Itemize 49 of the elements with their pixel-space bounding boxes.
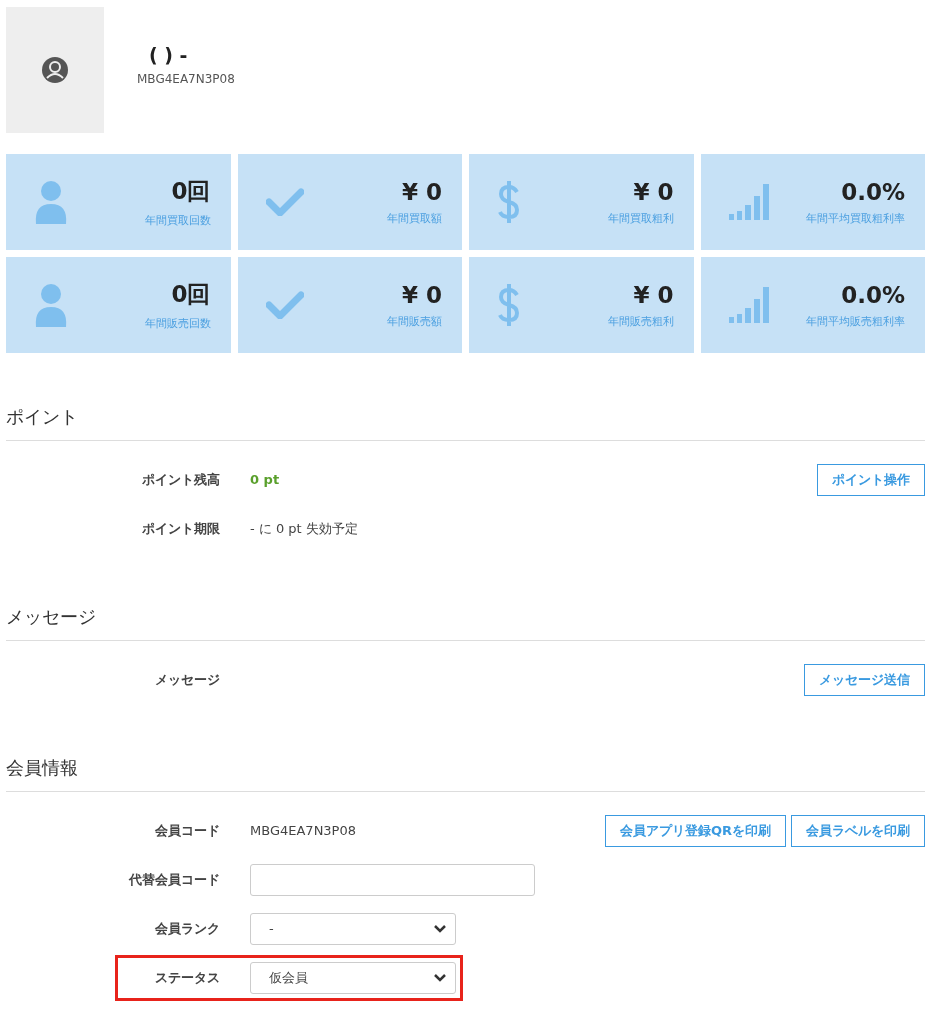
chevron-down-icon [433, 973, 447, 982]
select-field[interactable]: 仮会員 [250, 961, 456, 994]
stat-value: ¥ 0 [402, 281, 442, 308]
stat-value: 0.0% [841, 281, 905, 308]
field-label: 代替会員コード [127, 870, 220, 889]
stat-value: 0回 [171, 177, 211, 206]
action-button[interactable]: ポイント操作 [817, 463, 925, 496]
field-value: MBG4EA7N3P08 [250, 823, 356, 838]
action-button[interactable]: 会員ラベルを印刷 [791, 814, 925, 847]
stat-label: 年間買取額 [387, 210, 442, 226]
dollar-icon [497, 283, 521, 327]
section-title: ポイント [6, 405, 925, 441]
section-title: 会員情報 [6, 756, 925, 792]
member-name: ( ) - [148, 44, 189, 66]
user-icon [41, 56, 69, 84]
stat-value: ¥ 0 [402, 178, 442, 205]
stat-value: 0回 [171, 280, 211, 309]
check-icon [265, 291, 304, 319]
member-code: MBG4EA7N3P08 [137, 72, 235, 86]
field-label: ステータス [154, 968, 220, 987]
signal-bars-icon [728, 287, 771, 323]
chevron-down-icon [433, 924, 447, 933]
field-label: ポイント期限 [141, 519, 220, 538]
person-icon [34, 283, 68, 327]
stat-label: 年間平均販売粗利率 [806, 313, 905, 329]
input-field[interactable] [250, 863, 535, 896]
action-button[interactable]: メッセージ送信 [804, 663, 925, 696]
check-icon [265, 188, 304, 216]
field-label: メッセージ [154, 670, 220, 689]
stat-label: 年間販売粗利 [607, 313, 674, 329]
stat-label: 年間買取回数 [144, 213, 211, 228]
stat-value: 0.0% [841, 178, 905, 205]
field-value: - に 0 pt 失効予定 [250, 519, 358, 538]
stat-label: 年間買取粗利 [607, 210, 674, 226]
stat-label: 年間販売回数 [144, 316, 211, 331]
signal-bars-icon [728, 184, 771, 220]
field-label: 会員コード [154, 821, 220, 840]
stat-label: 年間販売額 [387, 313, 442, 329]
dollar-icon [497, 180, 521, 224]
field-label: ポイント残高 [141, 470, 220, 489]
field-label: 会員ランク [154, 919, 220, 938]
person-icon [34, 180, 68, 224]
section-title: メッセージ [6, 605, 925, 641]
action-button[interactable]: 会員アプリ登録QRを印刷 [604, 814, 786, 847]
stat-label: 年間平均買取粗利率 [806, 210, 905, 226]
select-field[interactable]: - [250, 912, 456, 945]
field-value: 0 pt [250, 472, 280, 487]
stat-value: ¥ 0 [633, 178, 674, 205]
stat-value: ¥ 0 [633, 281, 674, 308]
